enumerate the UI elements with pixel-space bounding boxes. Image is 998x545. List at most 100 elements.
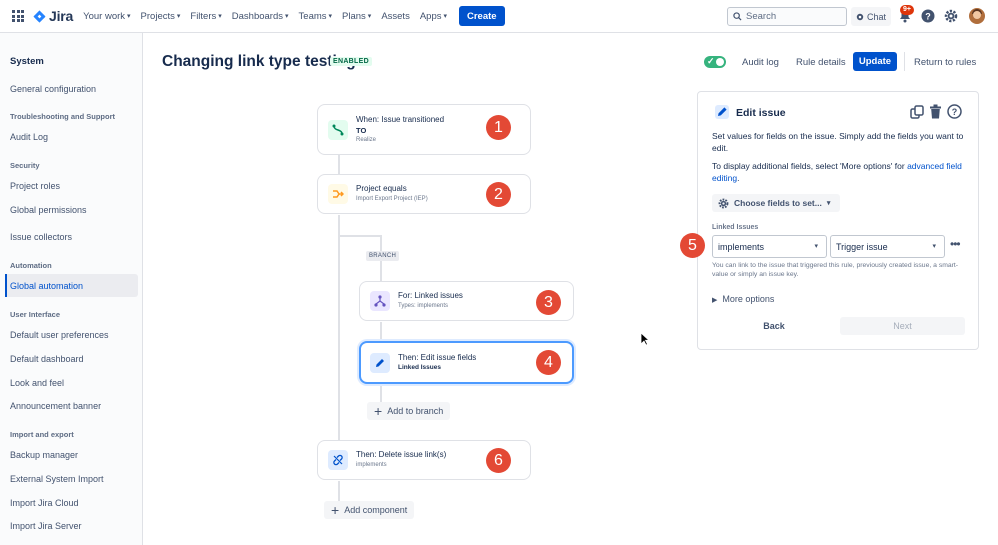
sidebar-item-backup-manager[interactable]: Backup manager: [10, 450, 78, 460]
sidebar-item-import-jira-cloud[interactable]: Import Jira Cloud: [10, 498, 79, 508]
nav-label: Apps: [419, 10, 442, 22]
linked-issues-helper: You can link to the issue that triggered…: [712, 262, 959, 278]
gear-icon: [718, 198, 729, 208]
trigger-card[interactable]: When: Issue transitioned TO Realize 1: [317, 104, 531, 155]
create-button[interactable]: Create: [459, 6, 505, 26]
step-marker-4: 4: [536, 350, 561, 375]
advanced-note-period: .: [737, 173, 740, 183]
branch-for-subtitle: Types: implements: [398, 303, 449, 309]
advanced-note-text: To display additional fields, select 'Mo…: [712, 161, 908, 171]
sidebar-heading-user-interface: User Interface: [10, 310, 61, 319]
trigger-to-label: TO: [356, 126, 367, 135]
condition-card[interactable]: Project equals Import Export Project (IE…: [317, 174, 531, 214]
edit-issue-title: Then: Edit issue fields: [398, 353, 477, 362]
panel-description: Set values for fields on the issue. Simp…: [712, 131, 964, 153]
chevron-down-icon: ▾: [328, 13, 333, 20]
help-icon[interactable]: ?: [947, 104, 962, 119]
sidebar-item-project-roles[interactable]: Project roles: [10, 181, 60, 191]
audit-log-button[interactable]: Audit log: [742, 57, 779, 68]
edit-issue-card[interactable]: Then: Edit issue fields Linked Issues 4: [359, 341, 574, 384]
sidebar-item-issue-collectors[interactable]: Issue collectors: [10, 232, 72, 242]
add-component-button[interactable]: + Add component: [324, 501, 415, 519]
chevron-down-icon: ▾: [127, 13, 131, 20]
check-icon: ✓: [707, 56, 715, 66]
sidebar: System General configuration Troubleshoo…: [0, 33, 143, 545]
trash-icon[interactable]: [929, 104, 942, 119]
issue-select[interactable]: Trigger issue ▾: [830, 235, 945, 258]
unlink-icon: [328, 450, 348, 470]
mouse-cursor-icon: [640, 332, 650, 346]
sidebar-title: System: [10, 56, 44, 67]
nav-filters[interactable]: Filters ▾: [190, 11, 221, 22]
pencil-icon: [715, 105, 729, 119]
sidebar-item-import-jira-server[interactable]: Import Jira Server: [10, 521, 82, 531]
update-button[interactable]: Update: [853, 52, 897, 71]
sidebar-item-external-system-import[interactable]: External System Import: [10, 474, 104, 484]
help-icon[interactable]: ?: [921, 9, 935, 23]
svg-text:?: ?: [952, 107, 958, 117]
search-placeholder: Search: [746, 11, 777, 22]
sidebar-item-global-permissions[interactable]: Global permissions: [10, 205, 87, 215]
gear-icon[interactable]: [944, 9, 958, 23]
trigger-title: When: Issue transitioned: [356, 115, 445, 124]
sidebar-item-default-user-preferences[interactable]: Default user preferences: [10, 330, 109, 340]
add-component-label: Add component: [344, 505, 408, 515]
chevron-down-icon: ▾: [814, 243, 818, 250]
svg-text:?: ?: [925, 12, 931, 22]
condition-subtitle: Import Export Project (IEP): [356, 196, 428, 202]
chevron-right-icon: ▶: [712, 297, 718, 304]
return-to-rules-button[interactable]: Return to rules: [914, 57, 976, 68]
step-marker-3: 3: [536, 290, 561, 315]
sidebar-item-default-dashboard[interactable]: Default dashboard: [10, 354, 84, 364]
choose-fields-dropdown[interactable]: Choose fields to set... ▾: [712, 194, 840, 212]
add-to-branch-button[interactable]: + Add to branch: [367, 402, 451, 420]
back-button[interactable]: Back: [712, 317, 836, 335]
sidebar-heading-automation: Automation: [10, 261, 52, 270]
sidebar-heading-import-export: Import and export: [10, 430, 74, 439]
header-divider: [904, 52, 905, 71]
step-marker-6: 6: [486, 448, 511, 473]
app-switcher-icon[interactable]: [12, 10, 24, 22]
step-marker-2: 2: [486, 182, 511, 207]
sidebar-item-global-automation[interactable]: Global automation: [10, 281, 83, 291]
nav-apps[interactable]: Apps ▾: [420, 11, 447, 22]
plus-icon: +: [374, 403, 383, 419]
chevron-down-icon: ▾: [367, 13, 372, 20]
delete-link-card[interactable]: Then: Delete issue link(s) implements 6: [317, 440, 531, 480]
nav-teams[interactable]: Teams ▾: [299, 11, 333, 22]
nav-dashboards[interactable]: Dashboards ▾: [232, 11, 289, 22]
condition-title: Project equals: [356, 184, 407, 193]
jira-logo[interactable]: Jira: [33, 8, 73, 24]
sidebar-item-audit-log[interactable]: Audit Log: [10, 132, 48, 142]
choose-fields-label: Choose fields to set...: [734, 198, 822, 208]
nav-plans[interactable]: Plans ▾: [342, 11, 371, 22]
rule-details-button[interactable]: Rule details: [796, 57, 846, 68]
condition-icon: [328, 184, 348, 204]
sidebar-item-announcement-banner[interactable]: Announcement banner: [10, 401, 101, 411]
sidebar-item-general-configuration[interactable]: General configuration: [10, 84, 96, 94]
next-button[interactable]: Next: [840, 317, 965, 335]
rule-enabled-toggle[interactable]: ✓: [704, 56, 726, 68]
chat-icon: [856, 13, 864, 20]
nav-your-work[interactable]: Your work ▾: [83, 11, 130, 22]
chevron-down-icon: ▾: [285, 13, 289, 20]
nav-assets[interactable]: Assets: [381, 11, 410, 22]
pencil-icon: [370, 353, 390, 373]
nav-projects[interactable]: Projects ▾: [141, 11, 181, 22]
duplicate-icon[interactable]: [910, 105, 924, 119]
chat-button[interactable]: Chat: [851, 7, 891, 26]
plus-icon: +: [331, 502, 340, 518]
branch-icon: [370, 291, 390, 311]
branch-for-card[interactable]: For: Linked issues Types: implements 3: [359, 281, 574, 321]
sidebar-heading-security: Security: [10, 161, 40, 170]
nav-label: Assets: [381, 10, 410, 22]
user-avatar[interactable]: [969, 8, 985, 24]
linked-issues-label: Linked Issues: [712, 224, 759, 231]
sidebar-active-indicator: [5, 274, 7, 297]
sidebar-item-look-and-feel[interactable]: Look and feel: [10, 378, 64, 388]
link-type-select[interactable]: implements ▾: [712, 235, 827, 258]
more-actions-icon[interactable]: •••: [950, 237, 961, 251]
more-options-toggle[interactable]: ▶ More options: [712, 294, 774, 304]
branch-connector: [338, 235, 380, 237]
search-input[interactable]: Search: [727, 7, 847, 26]
